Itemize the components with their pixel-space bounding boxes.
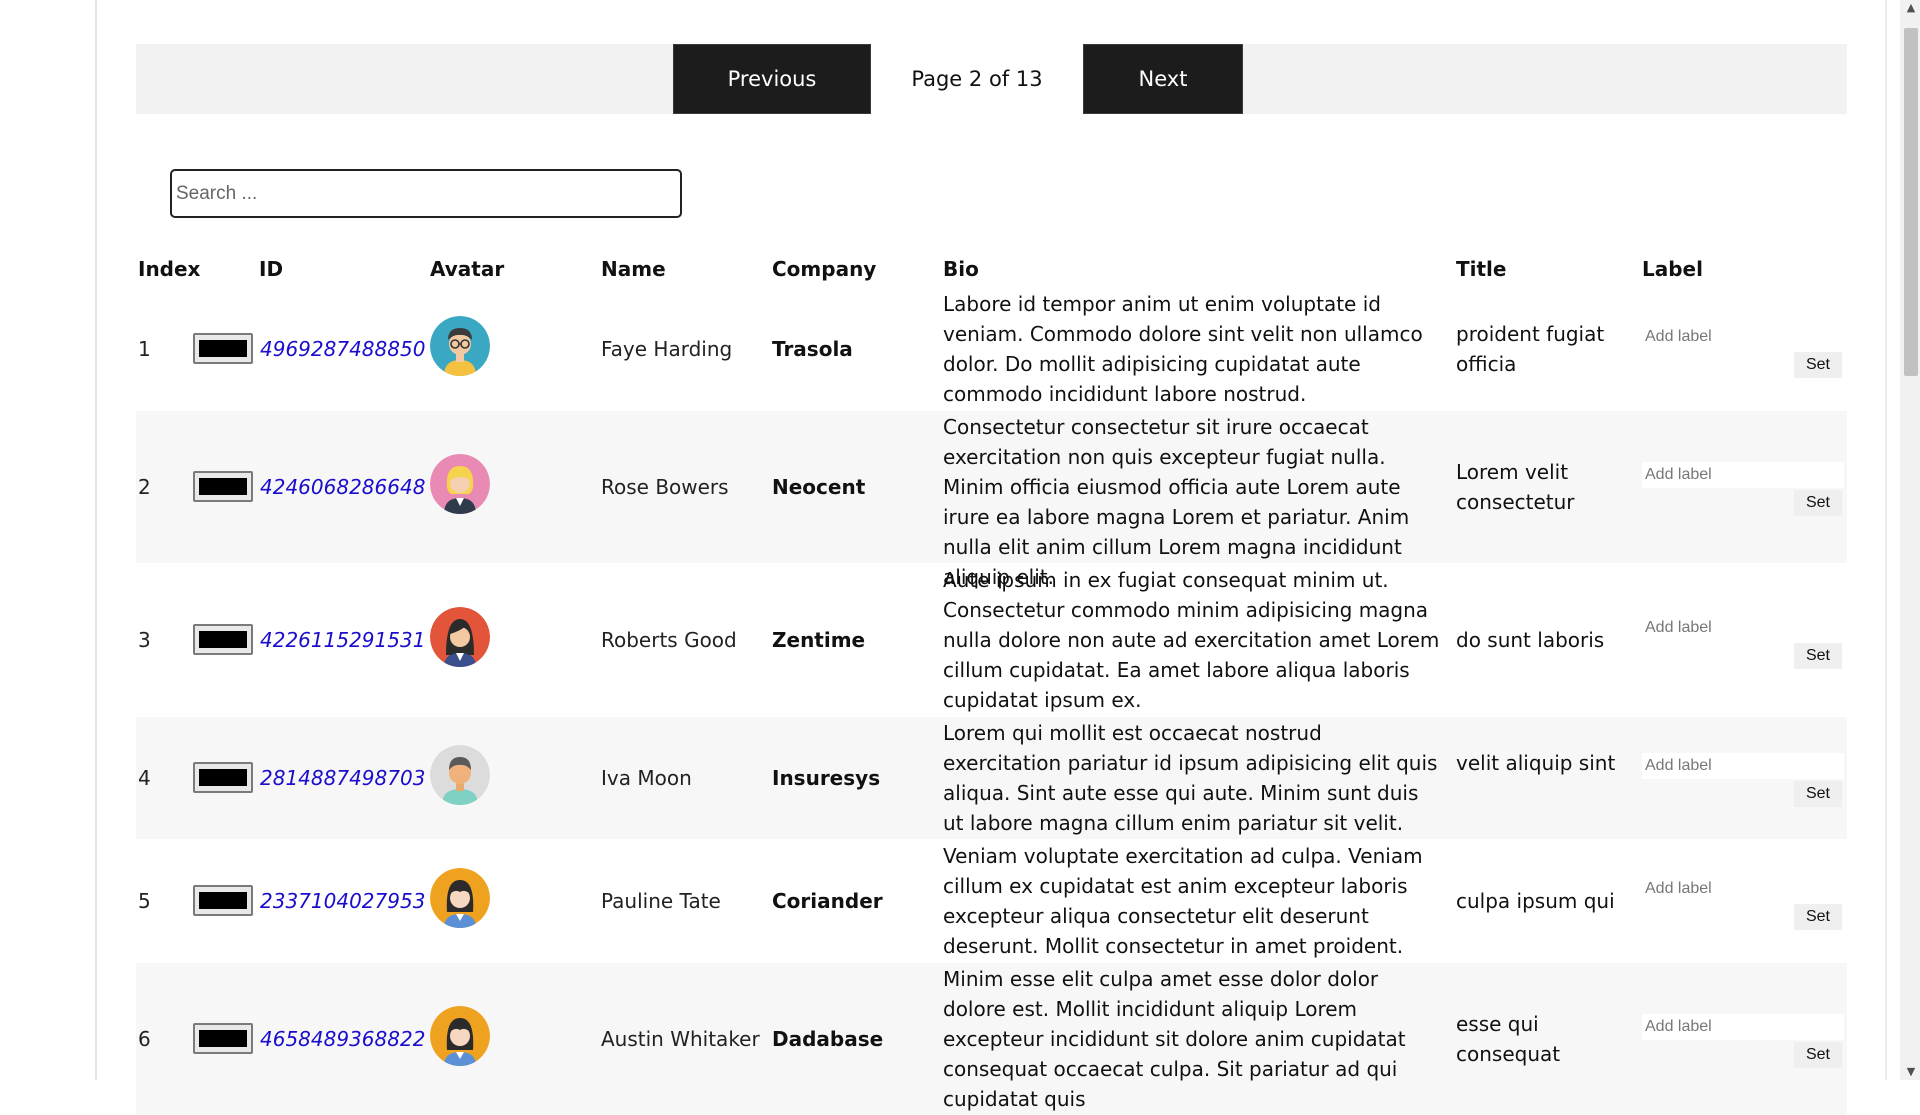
row-select-checkbox[interactable]	[193, 333, 253, 364]
page-indicator: Page 2 of 13	[871, 44, 1083, 114]
row-index: 3	[138, 628, 151, 652]
next-page-button[interactable]: Next	[1083, 44, 1243, 114]
table-row: 5 2337104027953 Pauline Tate Coriander Venia…	[136, 839, 1847, 962]
row-id-link[interactable]: 2814887498703	[260, 766, 425, 790]
add-label-input[interactable]	[1642, 615, 1844, 641]
table-header: Index ID Avatar Name Company Bio Title L…	[136, 253, 1847, 287]
header-id: ID	[259, 257, 284, 281]
row-title: Lorem velit consectetur	[1456, 460, 1575, 514]
man-glasses-avatar-icon	[430, 316, 490, 376]
row-id-link[interactable]: 2337104027953	[260, 889, 425, 913]
man-avatar-icon	[430, 745, 490, 805]
scrollbar-thumb[interactable]	[1904, 28, 1918, 376]
checkbox-fill	[199, 1030, 247, 1047]
add-label-input[interactable]	[1642, 1014, 1844, 1040]
row-select-checkbox[interactable]	[193, 1023, 253, 1054]
page-right-border	[1885, 0, 1887, 1080]
row-title: esse qui consequat	[1456, 1012, 1561, 1066]
woman-dark-hair-avatar-icon	[430, 607, 490, 667]
header-bio: Bio	[943, 257, 979, 281]
set-label-button[interactable]: Set	[1794, 781, 1842, 807]
row-id-link[interactable]: 4658489368822	[260, 1027, 425, 1051]
row-company: Zentime	[772, 628, 866, 652]
set-label-button[interactable]: Set	[1794, 904, 1842, 930]
set-label-button[interactable]: Set	[1794, 1042, 1842, 1068]
row-bio: Minim esse elit culpa amet esse dolor do…	[943, 967, 1406, 1111]
row-select-checkbox[interactable]	[193, 624, 253, 655]
table-row: 2 4246068286648 Rose Bowers Neocent Consecte…	[136, 410, 1847, 589]
row-select-checkbox[interactable]	[193, 762, 253, 793]
row-index: 5	[138, 889, 151, 913]
header-label: Label	[1642, 257, 1703, 281]
scroll-down-arrow-icon[interactable]: ▼	[1904, 1064, 1918, 1080]
table-row: 1 4969287488850 Faye Harding Trasola Labore …	[136, 287, 1847, 410]
users-table: Index ID Avatar Name Company Bio Title L…	[136, 253, 1847, 1115]
set-label-button[interactable]: Set	[1794, 490, 1842, 516]
row-bio: Lorem qui mollit est occaecat nostrud ex…	[943, 721, 1438, 835]
checkbox-fill	[199, 892, 247, 909]
scroll-up-arrow-icon[interactable]: ▲	[1904, 0, 1918, 16]
woman-avatar-icon	[430, 1006, 490, 1066]
header-company: Company	[772, 257, 877, 281]
row-name: Rose Bowers	[601, 475, 729, 499]
add-label-input[interactable]	[1642, 876, 1844, 902]
table-row: 4 2814887498703 Iva Moon Insuresys Lorem qui…	[136, 716, 1847, 839]
row-title: do sunt laboris	[1456, 628, 1605, 652]
header-name: Name	[601, 257, 666, 281]
row-company: Insuresys	[772, 766, 881, 790]
checkbox-fill	[199, 631, 247, 648]
row-index: 1	[138, 337, 151, 361]
page-left-border	[95, 0, 97, 1080]
row-name: Pauline Tate	[601, 889, 721, 913]
checkbox-fill	[199, 340, 247, 357]
row-select-checkbox[interactable]	[193, 885, 253, 916]
row-id-link[interactable]: 4969287488850	[260, 337, 425, 361]
row-select-checkbox[interactable]	[193, 471, 253, 502]
set-label-button[interactable]: Set	[1794, 352, 1842, 378]
row-bio: Aute ipsum in ex fugiat consequat minim …	[943, 568, 1440, 712]
row-title: velit aliquip sint	[1456, 751, 1616, 775]
row-index: 2	[138, 475, 151, 499]
checkbox-fill	[199, 478, 247, 495]
row-company: Trasola	[772, 337, 853, 361]
previous-page-button[interactable]: Previous	[673, 44, 871, 114]
row-company: Dadabase	[772, 1027, 884, 1051]
woman-avatar-icon	[430, 868, 490, 928]
row-company: Coriander	[772, 889, 883, 913]
row-name: Faye Harding	[601, 337, 733, 361]
row-index: 6	[138, 1027, 151, 1051]
vertical-scrollbar[interactable]: ▲ ▼	[1900, 0, 1920, 1080]
table-row: 3 4226115291531 Roberts Good Zentime Aute ip…	[136, 563, 1847, 716]
row-title: proident fugiat officia	[1456, 322, 1605, 376]
header-avatar: Avatar	[430, 257, 505, 281]
set-label-button[interactable]: Set	[1794, 643, 1842, 669]
row-bio: Veniam voluptate exercitation ad culpa. …	[943, 844, 1423, 958]
row-company: Neocent	[772, 475, 866, 499]
row-name: Iva Moon	[601, 766, 692, 790]
checkbox-fill	[199, 769, 247, 786]
search-input[interactable]	[170, 169, 682, 218]
pagination-bar: Previous Page 2 of 13 Next	[136, 44, 1847, 114]
row-id-link[interactable]: 4226115291531	[260, 628, 425, 652]
row-name: Roberts Good	[601, 628, 737, 652]
add-label-input[interactable]	[1642, 324, 1844, 350]
table-body: 1 4969287488850 Faye Harding Trasola Labore …	[136, 287, 1847, 1115]
header-index: Index	[138, 257, 201, 281]
row-index: 4	[138, 766, 151, 790]
search-container	[170, 169, 682, 218]
header-title: Title	[1456, 257, 1507, 281]
table-row: 6 4658489368822 Austin Whitaker Dadabase Min…	[136, 962, 1847, 1115]
row-id-link[interactable]: 4246068286648	[260, 475, 425, 499]
row-title: culpa ipsum qui	[1456, 889, 1615, 913]
add-label-input[interactable]	[1642, 462, 1844, 488]
row-name: Austin Whitaker	[601, 1027, 760, 1051]
woman-blonde-avatar-icon	[430, 454, 490, 514]
row-bio: Labore id tempor anim ut enim voluptate …	[943, 292, 1423, 406]
add-label-input[interactable]	[1642, 753, 1844, 779]
